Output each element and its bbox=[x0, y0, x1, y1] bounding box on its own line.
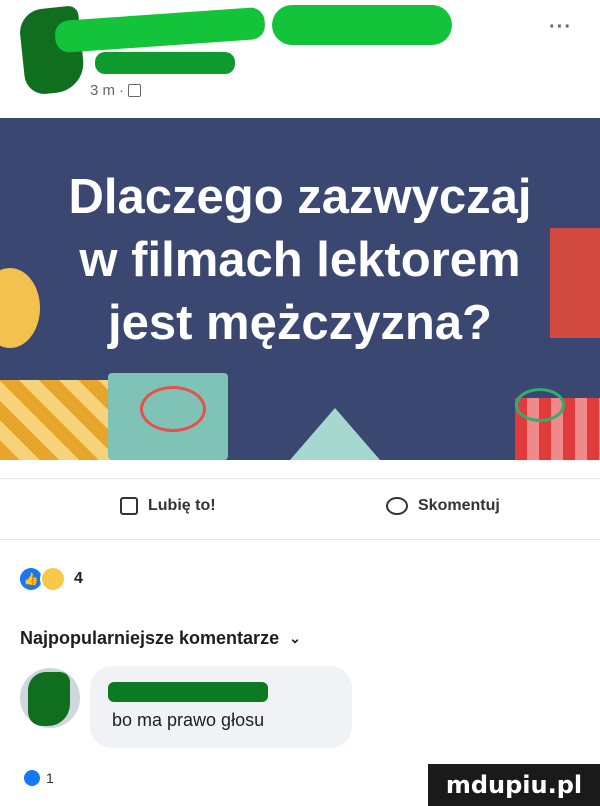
like-label: Lubię to! bbox=[148, 497, 216, 514]
bow-decoration bbox=[515, 388, 565, 422]
like-icon bbox=[24, 770, 40, 786]
post-header: 3 m · ··· bbox=[0, 0, 600, 118]
commenter-name-redaction bbox=[108, 682, 268, 702]
comment-bubble: bo ma prawo głosu bbox=[90, 666, 352, 748]
comments-section-title: Najpopularniejsze komentarze bbox=[20, 628, 280, 648]
gift-decoration bbox=[290, 408, 380, 460]
comment-reaction-count: 1 bbox=[46, 770, 54, 786]
comment-icon bbox=[386, 497, 408, 515]
audience-icon bbox=[128, 84, 142, 97]
post-meta: 3 m · bbox=[90, 82, 142, 99]
author-name-redaction bbox=[95, 52, 235, 74]
bow-decoration bbox=[140, 386, 206, 432]
reactions-summary[interactable]: 👍 4 bbox=[20, 566, 83, 592]
post-time[interactable]: 3 m bbox=[90, 82, 115, 99]
image-title-line: jest mężczyzna? bbox=[108, 296, 492, 350]
image-title: Dlaczego zazwyczaj w filmach lektorem je… bbox=[0, 166, 600, 355]
watermark: mdupiu.pl bbox=[428, 764, 600, 806]
commenter-avatar[interactable] bbox=[20, 668, 80, 728]
reaction-count: 4 bbox=[74, 570, 83, 587]
action-bar: Lubię to! Skomentuj bbox=[0, 478, 600, 540]
image-title-line: w filmach lektorem bbox=[79, 233, 521, 287]
meta-separator: · bbox=[119, 82, 125, 99]
post-image[interactable]: Dlaczego zazwyczaj w filmach lektorem je… bbox=[0, 118, 600, 460]
image-title-line: Dlaczego zazwyczaj bbox=[68, 170, 532, 224]
comments-sort-dropdown[interactable]: Najpopularniejsze komentarze ⌄ bbox=[20, 628, 301, 649]
more-options-icon[interactable]: ··· bbox=[549, 16, 572, 39]
author-name-redaction bbox=[54, 6, 266, 54]
haha-icon bbox=[40, 566, 66, 592]
comment-reactions[interactable]: 1 bbox=[24, 770, 54, 786]
comment-text: bo ma prawo głosu bbox=[112, 710, 265, 730]
author-name-redaction bbox=[272, 5, 452, 45]
like-button[interactable]: Lubię to! bbox=[120, 497, 216, 515]
like-icon: 👍 bbox=[20, 568, 42, 590]
comment-label: Skomentuj bbox=[418, 497, 500, 514]
avatar-redaction bbox=[28, 672, 70, 726]
comment-button[interactable]: Skomentuj bbox=[386, 497, 500, 515]
chevron-down-icon: ⌄ bbox=[289, 630, 301, 646]
like-icon bbox=[120, 497, 138, 515]
